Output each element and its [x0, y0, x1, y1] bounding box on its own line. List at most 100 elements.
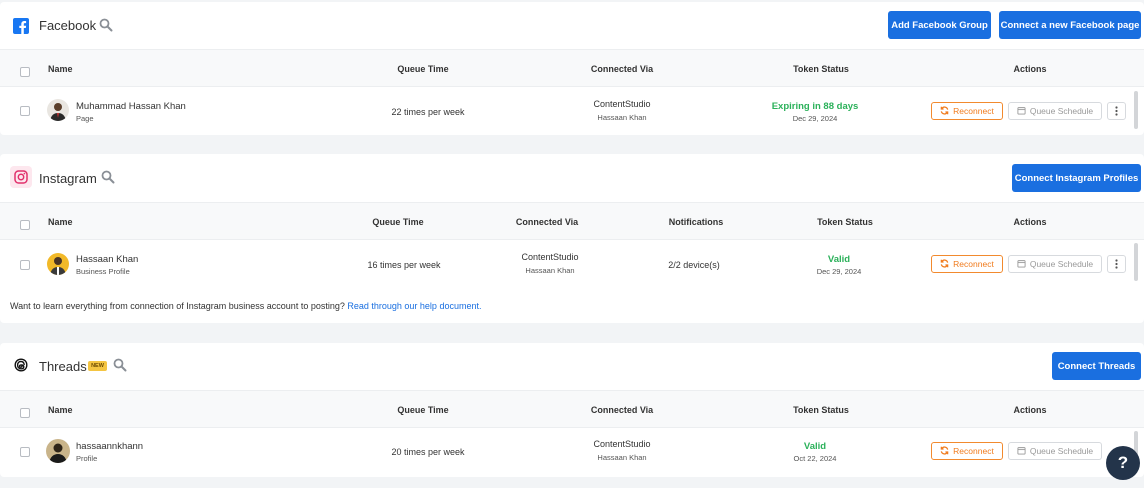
notifications: 2/2 device(s) [668, 260, 720, 270]
facebook-title: Facebook [39, 18, 97, 33]
more-vertical-icon [1115, 104, 1118, 119]
token-status: Valid [827, 254, 851, 265]
select-all-checkbox[interactable] [20, 408, 30, 418]
queue-schedule-button[interactable]: Queue Schedule [1008, 102, 1102, 120]
column-token-status: Token Status [817, 217, 873, 227]
token-status-date: Oct 22, 2024 [793, 454, 837, 463]
facebook-icon [10, 15, 32, 37]
account-name: Hassaan Khan [76, 254, 139, 265]
queue-schedule-button[interactable]: Queue Schedule [1008, 442, 1102, 460]
help-document-link[interactable]: Read through our help document. [347, 301, 481, 311]
calendar-icon [1017, 106, 1026, 117]
connected-via-user: Hassaan Khan [525, 266, 575, 275]
column-connected-via: Connected Via [590, 405, 654, 415]
threads-card: Threads NEW Connect Threads Name Queue T… [0, 343, 1144, 477]
queue-schedule-label: Queue Schedule [1029, 106, 1094, 116]
account-name: hassaannkhann [76, 441, 144, 452]
reconnect-button[interactable]: Reconnect [931, 442, 1003, 460]
help-text: Want to learn everything from connection… [10, 301, 345, 311]
avatar [47, 99, 69, 121]
table-row: Hassaan Khan Business Profile 16 times p… [0, 241, 1144, 287]
queue-time: 16 times per week [367, 260, 441, 270]
column-name: Name [48, 217, 73, 227]
connect-facebook-page-button[interactable]: Connect a new Facebook page [999, 11, 1141, 39]
table-header: Name Queue Time Connected Via Token Stat… [0, 390, 1144, 428]
column-queue-time: Queue Time [372, 217, 424, 227]
reconnect-button[interactable]: Reconnect [931, 102, 1003, 120]
row-checkbox[interactable] [20, 106, 30, 116]
column-connected-via: Connected Via [515, 217, 579, 227]
queue-schedule-label: Queue Schedule [1029, 259, 1094, 269]
calendar-icon [1017, 446, 1026, 457]
table-header: Name Queue Time Connected Via Notificati… [0, 202, 1144, 240]
token-status: Expiring in 88 days [771, 101, 859, 112]
column-notifications: Notifications [668, 217, 724, 227]
instagram-title: Instagram [39, 171, 97, 186]
calendar-icon [1017, 259, 1026, 270]
table-row: hassaannkhann Profile 20 times per week … [0, 429, 1144, 475]
help-text-line: Want to learn everything from connection… [10, 301, 481, 311]
instagram-header: Instagram Connect Instagram Profiles [0, 154, 1144, 202]
search-icon[interactable] [99, 18, 113, 32]
search-icon[interactable] [101, 170, 115, 184]
connected-via: ContentStudio [593, 439, 651, 449]
select-all-checkbox[interactable] [20, 67, 30, 77]
facebook-header: Facebook Add Facebook Group Connect a ne… [0, 2, 1144, 50]
account-name: Muhammad Hassan Khan [76, 101, 186, 112]
column-queue-time: Queue Time [397, 64, 449, 74]
connect-threads-button[interactable]: Connect Threads [1052, 352, 1141, 380]
refresh-icon [940, 258, 949, 270]
account-type: Profile [76, 454, 98, 463]
more-options-button[interactable] [1107, 102, 1126, 120]
column-token-status: Token Status [793, 405, 849, 415]
search-icon[interactable] [113, 358, 127, 372]
token-status: Valid [803, 441, 827, 452]
column-queue-time: Queue Time [397, 405, 449, 415]
threads-header: Threads NEW Connect Threads [0, 343, 1144, 391]
threads-icon [10, 354, 32, 376]
queue-time: 22 times per week [391, 107, 465, 117]
table-row: Muhammad Hassan Khan Page 22 times per w… [0, 88, 1144, 134]
help-button[interactable]: ? [1106, 446, 1140, 480]
facebook-card: Facebook Add Facebook Group Connect a ne… [0, 2, 1144, 135]
column-actions: Actions [1013, 64, 1047, 74]
reconnect-label: Reconnect [953, 446, 994, 456]
table-header: Name Queue Time Connected Via Token Stat… [0, 49, 1144, 87]
more-options-button[interactable] [1107, 255, 1126, 273]
row-checkbox[interactable] [20, 447, 30, 457]
threads-title: Threads [39, 359, 87, 374]
column-actions: Actions [1013, 217, 1047, 227]
refresh-icon [940, 445, 949, 457]
connected-via: ContentStudio [593, 99, 651, 109]
avatar [46, 439, 70, 463]
connected-via-user: Hassaan Khan [597, 113, 647, 122]
instagram-card: Instagram Connect Instagram Profiles Nam… [0, 154, 1144, 323]
reconnect-label: Reconnect [953, 259, 994, 269]
add-facebook-group-button[interactable]: Add Facebook Group [888, 11, 991, 39]
column-name: Name [48, 64, 73, 74]
token-status-date: Dec 29, 2024 [816, 267, 862, 276]
queue-time: 20 times per week [391, 447, 465, 457]
account-type: Business Profile [76, 267, 130, 276]
row-checkbox[interactable] [20, 260, 30, 270]
refresh-icon [940, 105, 949, 117]
select-all-checkbox[interactable] [20, 220, 30, 230]
instagram-icon [10, 166, 32, 188]
reconnect-label: Reconnect [953, 106, 994, 116]
column-token-status: Token Status [793, 64, 849, 74]
account-type: Page [76, 114, 94, 123]
token-status-date: Dec 29, 2024 [792, 114, 838, 123]
scrollbar[interactable] [1134, 91, 1138, 129]
column-actions: Actions [1013, 405, 1047, 415]
avatar [47, 253, 69, 275]
connect-instagram-button[interactable]: Connect Instagram Profiles [1012, 164, 1141, 192]
queue-schedule-label: Queue Schedule [1029, 446, 1094, 456]
scrollbar[interactable] [1134, 243, 1138, 281]
new-badge: NEW [88, 361, 107, 371]
reconnect-button[interactable]: Reconnect [931, 255, 1003, 273]
connected-via-user: Hassaan Khan [597, 453, 647, 462]
column-name: Name [48, 405, 73, 415]
connected-via: ContentStudio [521, 252, 579, 262]
more-vertical-icon [1115, 257, 1118, 272]
queue-schedule-button[interactable]: Queue Schedule [1008, 255, 1102, 273]
